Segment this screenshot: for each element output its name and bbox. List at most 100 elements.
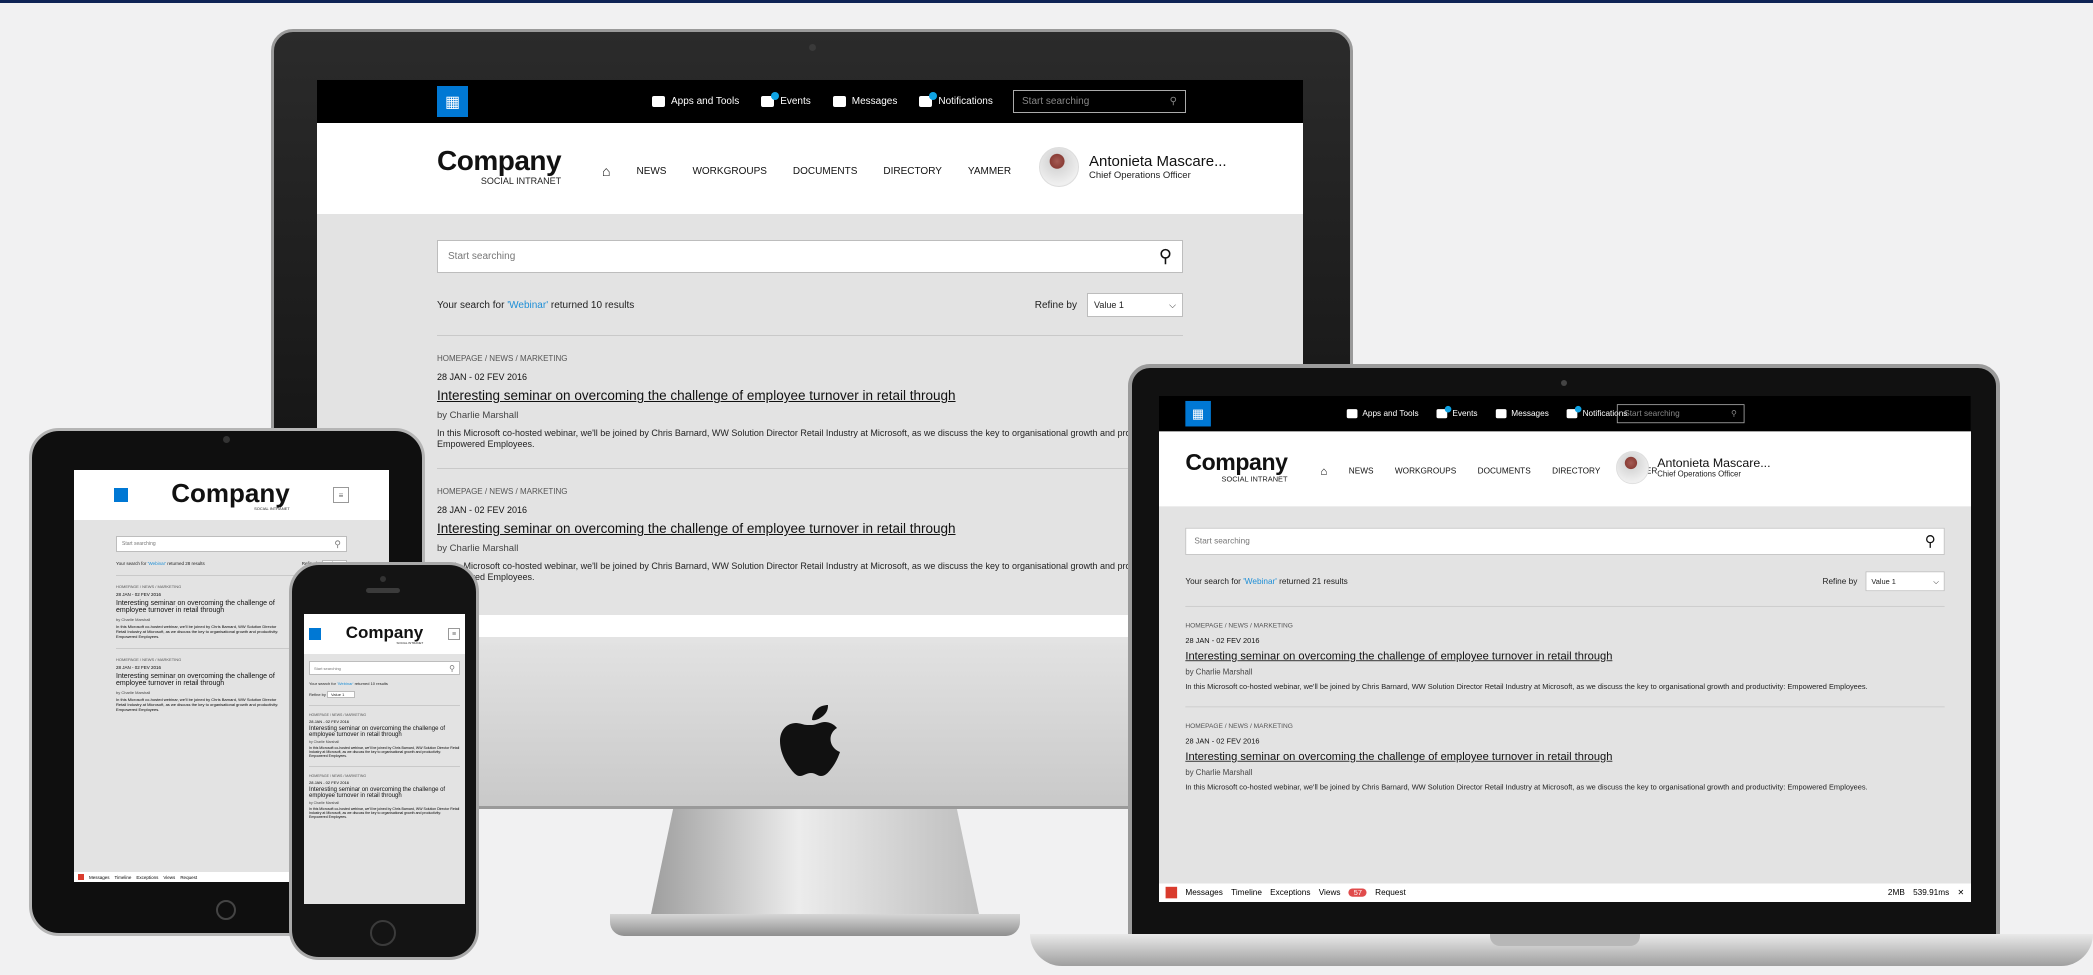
debug-tab-messages[interactable]: Messages — [1185, 888, 1223, 897]
debug-tab-messages[interactable]: Messages — [89, 875, 110, 880]
search-content: Start searching ⚲ Your search for 'Webina… — [1159, 527, 1971, 792]
envelope-icon — [832, 96, 846, 107]
calendar-icon — [761, 92, 780, 107]
result-title[interactable]: Interesting seminar on overcoming the ch… — [1185, 750, 1944, 762]
chevron-down-icon: ⌵ — [1169, 299, 1176, 310]
messages-link[interactable]: Messages — [832, 96, 897, 107]
macbook-notch — [1490, 934, 1640, 946]
result-date: 28 JAN - 02 FEV 2016 — [309, 719, 350, 724]
refine-select[interactable]: Value 1 — [327, 691, 356, 698]
nav-news[interactable]: NEWS — [1349, 466, 1374, 475]
events-link[interactable]: Events — [1436, 405, 1478, 419]
result-title[interactable]: Interesting seminar on overcoming the ch… — [116, 600, 286, 614]
main-search-input[interactable]: Start searching ⚲ — [1185, 527, 1945, 555]
memory-usage: 2MB — [1887, 888, 1905, 898]
nav-documents[interactable]: DOCUMENTS — [1478, 466, 1531, 475]
result-item: HOMEPAGE / NEWS / MARKETING 28 JAN - 02 … — [437, 468, 1183, 583]
nav-yammer[interactable]: YAMMER — [968, 166, 1011, 177]
result-author: by Charlie Marshall — [309, 740, 339, 744]
user-profile[interactable]: Antonieta Mascare... Chief Operations Of… — [1616, 451, 1771, 485]
app-top-bar: ▦ Apps and Tools Events Messages Notific… — [317, 80, 1303, 123]
mobile-header: Company SOCIAL INTRANET ≡ — [74, 470, 389, 520]
home-icon[interactable]: ⌂ — [602, 163, 610, 179]
debug-tab-views[interactable]: Views — [1319, 888, 1341, 897]
messages-link[interactable]: Messages — [1495, 409, 1549, 419]
macbook-camera — [1561, 380, 1567, 386]
nav-news[interactable]: NEWS — [636, 166, 666, 177]
debug-tab-exceptions[interactable]: Exceptions — [1270, 888, 1310, 897]
imac-stand-foot — [610, 914, 1020, 936]
main-search-input[interactable]: Start searching ⚲ — [116, 536, 347, 552]
notifications-link[interactable]: Notifications — [919, 92, 993, 107]
close-icon[interactable]: ✕ — [1957, 888, 1964, 897]
apps-grid-button[interactable] — [114, 488, 128, 502]
result-breadcrumb[interactable]: HOMEPAGE / NEWS / MARKETING — [437, 487, 1183, 496]
result-breadcrumb[interactable]: HOMEPAGE / NEWS / MARKETING — [309, 774, 460, 778]
result-title[interactable]: Interesting seminar on overcoming the ch… — [437, 388, 1183, 403]
nav-workgroups[interactable]: WORKGROUPS — [692, 166, 766, 177]
company-logo[interactable]: Company SOCIAL INTRANET — [171, 480, 289, 511]
apps-grid-button[interactable] — [309, 628, 321, 640]
apps-grid-button[interactable]: ▦ — [1185, 400, 1211, 427]
top-search-input[interactable]: Start searching ⚲ — [1013, 90, 1186, 113]
iphone-home-button — [370, 920, 396, 946]
debug-tab-request[interactable]: Request — [180, 875, 197, 880]
result-breadcrumb[interactable]: HOMEPAGE / NEWS / MARKETING — [1185, 622, 1944, 629]
main-nav: ⌂ NEWS WORKGROUPS DOCUMENTS DIRECTORY YA… — [602, 163, 1011, 179]
company-logo[interactable]: Company SOCIAL INTRANET — [1185, 451, 1288, 484]
result-breadcrumb[interactable]: HOMEPAGE / NEWS / MARKETING — [309, 713, 460, 717]
result-title[interactable]: Interesting seminar on overcoming the ch… — [309, 787, 460, 799]
result-title[interactable]: Interesting seminar on overcoming the ch… — [437, 521, 1183, 536]
debug-bar: Messages Timeline Exceptions Views 57 Re… — [1159, 883, 1971, 902]
company-logo[interactable]: Company SOCIAL INTRANET — [437, 147, 562, 187]
refine-select[interactable]: Value 1 ⌵ — [1865, 571, 1945, 592]
result-author: by Charlie Marshall — [1185, 768, 1253, 778]
menu-icon[interactable]: ≡ — [448, 628, 460, 640]
result-item: HOMEPAGE / NEWS / MARKETING 28 JAN - 02 … — [309, 705, 460, 758]
menu-icon[interactable]: ≡ — [333, 487, 349, 503]
result-title[interactable]: Interesting seminar on overcoming the ch… — [116, 673, 286, 687]
home-icon[interactable]: ⌂ — [1320, 464, 1327, 477]
request-time: 539.91ms — [1913, 888, 1950, 898]
company-logo[interactable]: Company SOCIAL INTRANET — [346, 624, 423, 645]
nav-documents[interactable]: DOCUMENTS — [793, 166, 857, 177]
apps-and-tools-link[interactable]: Apps and Tools — [1346, 409, 1419, 419]
refine-label: Refine by — [1822, 576, 1858, 586]
refine-select[interactable]: Value 1 ⌵ — [1087, 293, 1183, 317]
debug-tab-exceptions[interactable]: Exceptions — [136, 875, 158, 880]
result-breadcrumb[interactable]: HOMEPAGE / NEWS / MARKETING — [437, 354, 1183, 363]
debug-tab-request[interactable]: Request — [1375, 888, 1406, 897]
result-title[interactable]: Interesting seminar on overcoming the ch… — [309, 726, 460, 738]
events-link[interactable]: Events — [761, 92, 811, 107]
calendar-icon — [1436, 405, 1452, 419]
result-breadcrumb[interactable]: HOMEPAGE / NEWS / MARKETING — [1185, 722, 1944, 729]
nav-directory[interactable]: DIRECTORY — [1552, 466, 1600, 475]
result-date: 28 JAN - 02 FEV 2016 — [437, 505, 528, 515]
main-search-input[interactable]: Start searching ⚲ — [309, 661, 460, 675]
result-author: by Charlie Marshall — [309, 801, 339, 805]
result-excerpt: In this Microsoft co-hosted webinar, we'… — [437, 561, 1166, 582]
iphone-speaker — [366, 588, 400, 593]
result-author: by Charlie Marshall — [1185, 667, 1253, 677]
ipad-home-button — [216, 900, 236, 920]
debugbar-logo-icon — [78, 874, 84, 880]
nav-workgroups[interactable]: WORKGROUPS — [1395, 466, 1456, 475]
app-top-bar: ▦ Apps and Tools Events Messages Notific… — [1159, 396, 1971, 432]
result-item: HOMEPAGE / NEWS / MARKETING 28 JAN - 02 … — [1185, 605, 1945, 692]
apps-and-tools-link[interactable]: Apps and Tools — [652, 96, 739, 107]
result-date: 28 JAN - 02 FEV 2016 — [1185, 736, 1260, 746]
debug-tab-timeline[interactable]: Timeline — [1231, 888, 1262, 897]
search-icon: ⚲ — [449, 663, 455, 673]
result-excerpt: In this Microsoft co-hosted webinar, we'… — [1185, 783, 1868, 792]
debug-tab-views[interactable]: Views — [163, 875, 175, 880]
top-search-input[interactable]: Start searching ⚲ — [1616, 404, 1745, 424]
nav-directory[interactable]: DIRECTORY — [883, 166, 942, 177]
bell-icon — [919, 92, 938, 107]
result-excerpt: In this Microsoft co-hosted webinar, we'… — [116, 624, 279, 639]
apps-grid-button[interactable]: ▦ — [437, 86, 468, 117]
debug-tab-timeline[interactable]: Timeline — [115, 875, 132, 880]
user-profile[interactable]: Antonieta Mascare... Chief Operations Of… — [1039, 147, 1227, 187]
refine-label: Refine by — [309, 692, 326, 697]
main-search-input[interactable]: Start searching ⚲ — [437, 240, 1183, 273]
result-title[interactable]: Interesting seminar on overcoming the ch… — [1185, 650, 1944, 662]
